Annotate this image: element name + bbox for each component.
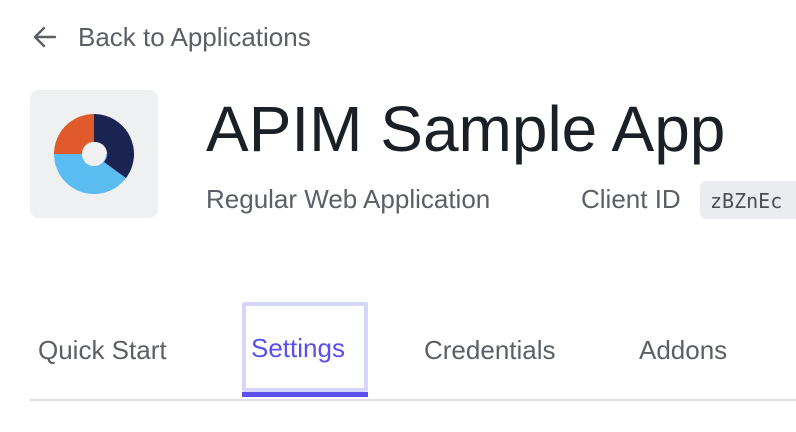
active-tab-indicator (242, 392, 368, 397)
tab-settings[interactable]: Settings (242, 302, 368, 397)
tab-bar: Quick Start Settings Credentials Addons (30, 302, 796, 401)
back-link-label: Back to Applications (78, 21, 311, 52)
back-to-applications-link[interactable]: Back to Applications (32, 20, 311, 54)
app-logo-icon (54, 114, 134, 194)
arrow-left-icon (33, 26, 57, 48)
app-type: Regular Web Application (206, 184, 491, 214)
tab-addons[interactable]: Addons (639, 304, 727, 396)
tab-quick-start[interactable]: Quick Start (38, 304, 167, 396)
app-logo (30, 90, 158, 218)
client-id-label: Client ID (581, 184, 681, 214)
tab-credentials[interactable]: Credentials (424, 304, 556, 396)
application-detail-page: Back to Applications APIM Sample App Reg… (0, 0, 796, 432)
tab-settings-label: Settings (251, 333, 345, 363)
app-title: APIM Sample App (206, 93, 726, 165)
client-id-value[interactable]: zBZnEc (700, 181, 796, 219)
